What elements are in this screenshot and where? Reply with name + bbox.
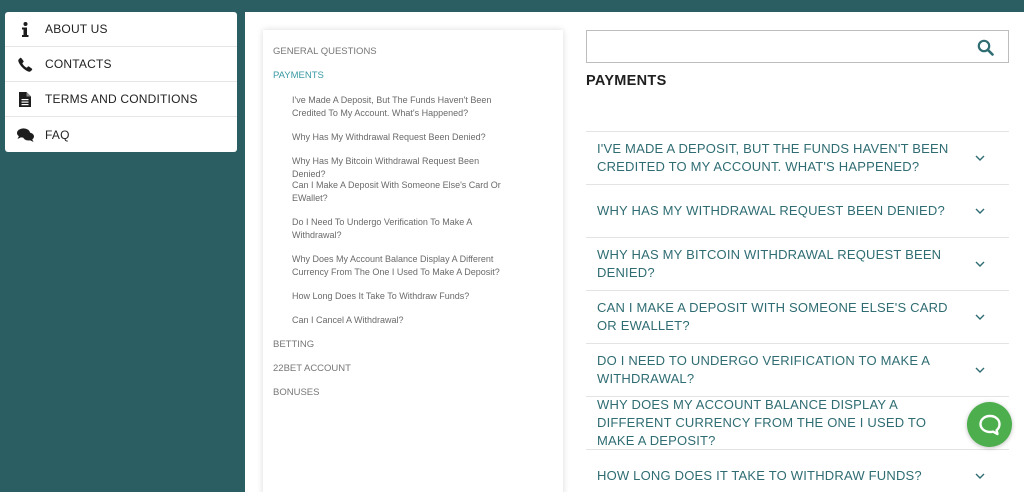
menu-item-label: CONTACTS — [45, 57, 112, 71]
live-chat-button[interactable] — [967, 402, 1012, 447]
chevron-down-icon — [975, 208, 985, 214]
side-menu: ABOUT US CONTACTS TERMS AND CONDITIONS F… — [5, 12, 237, 152]
faq-question: How long does it take to withdraw funds? — [597, 468, 922, 483]
menu-item-faq[interactable]: FAQ — [5, 117, 237, 152]
chevron-down-icon — [975, 314, 985, 320]
nav-question-link[interactable]: I've Made A Deposit, But The Funds Haven… — [292, 94, 512, 119]
info-icon — [5, 21, 45, 37]
faq-item[interactable]: Why has my Bitcoin withdrawal request be… — [586, 237, 1009, 290]
menu-item-about-us[interactable]: ABOUT US — [5, 12, 237, 47]
nav-question-link[interactable]: Why Has My Withdrawal Request Been Denie… — [292, 131, 512, 144]
faq-item[interactable]: How long does it take to withdraw funds? — [586, 449, 1009, 492]
search-box — [586, 30, 1009, 63]
chat-bubbles-icon — [5, 127, 45, 142]
nav-payments[interactable]: PAYMENTS — [273, 70, 324, 81]
chevron-down-icon — [975, 261, 985, 267]
nav-betting[interactable]: BETTING — [273, 339, 314, 350]
nav-question-link[interactable]: Why Has My Bitcoin Withdrawal Request Be… — [292, 155, 512, 180]
menu-item-label: ABOUT US — [45, 22, 108, 36]
chat-icon — [978, 414, 1001, 435]
faq-item[interactable]: Can I make a deposit with someone else's… — [586, 290, 1009, 343]
chevron-down-icon — [975, 367, 985, 373]
nav-question-link[interactable]: How Long Does It Take To Withdraw Funds? — [292, 290, 512, 303]
search-input[interactable] — [593, 35, 963, 59]
faq-accordion: I've made a deposit, but the funds haven… — [586, 131, 1009, 492]
document-icon — [5, 91, 45, 107]
faq-item[interactable]: Why does my account balance display a di… — [586, 396, 1009, 449]
nav-question-link[interactable]: Why Does My Account Balance Display A Di… — [292, 253, 512, 278]
faq-item[interactable]: Why has my withdrawal request been denie… — [586, 184, 1009, 237]
menu-item-contacts[interactable]: CONTACTS — [5, 47, 237, 82]
section-title: PAYMENTS — [586, 73, 667, 89]
chevron-down-icon — [975, 155, 985, 161]
faq-question: Do I need to undergo verification to mak… — [597, 353, 930, 386]
phone-icon — [5, 57, 45, 72]
menu-item-label: FAQ — [45, 127, 70, 142]
faq-navigation: GENERAL QUESTIONS PAYMENTS I've Made A D… — [263, 30, 563, 492]
faq-question: Why has my Bitcoin withdrawal request be… — [597, 247, 942, 280]
nav-22bet-account[interactable]: 22BET ACCOUNT — [273, 363, 351, 374]
faq-item[interactable]: Do I need to undergo verification to mak… — [586, 343, 1009, 396]
menu-item-label: TERMS AND CONDITIONS — [45, 92, 198, 106]
nav-bonuses[interactable]: BONUSES — [273, 387, 319, 398]
nav-question-link[interactable]: Can I Make A Deposit With Someone Else's… — [292, 179, 512, 204]
faq-item[interactable]: I've made a deposit, but the funds haven… — [586, 131, 1009, 184]
nav-question-link[interactable]: Do I Need To Undergo Verification To Mak… — [292, 216, 512, 241]
main-panel: GENERAL QUESTIONS PAYMENTS I've Made A D… — [245, 12, 1024, 492]
chevron-down-icon — [975, 473, 985, 479]
faq-question: Why has my withdrawal request been denie… — [597, 203, 945, 218]
faq-question: Can I make a deposit with someone else's… — [597, 300, 948, 333]
menu-item-terms[interactable]: TERMS AND CONDITIONS — [5, 82, 237, 117]
faq-question: I've made a deposit, but the funds haven… — [597, 141, 949, 174]
search-icon[interactable] — [977, 39, 994, 56]
nav-general-questions[interactable]: GENERAL QUESTIONS — [273, 46, 377, 57]
faq-question: Why does my account balance display a di… — [597, 397, 927, 448]
nav-question-link[interactable]: Can I Cancel A Withdrawal? — [292, 314, 512, 327]
